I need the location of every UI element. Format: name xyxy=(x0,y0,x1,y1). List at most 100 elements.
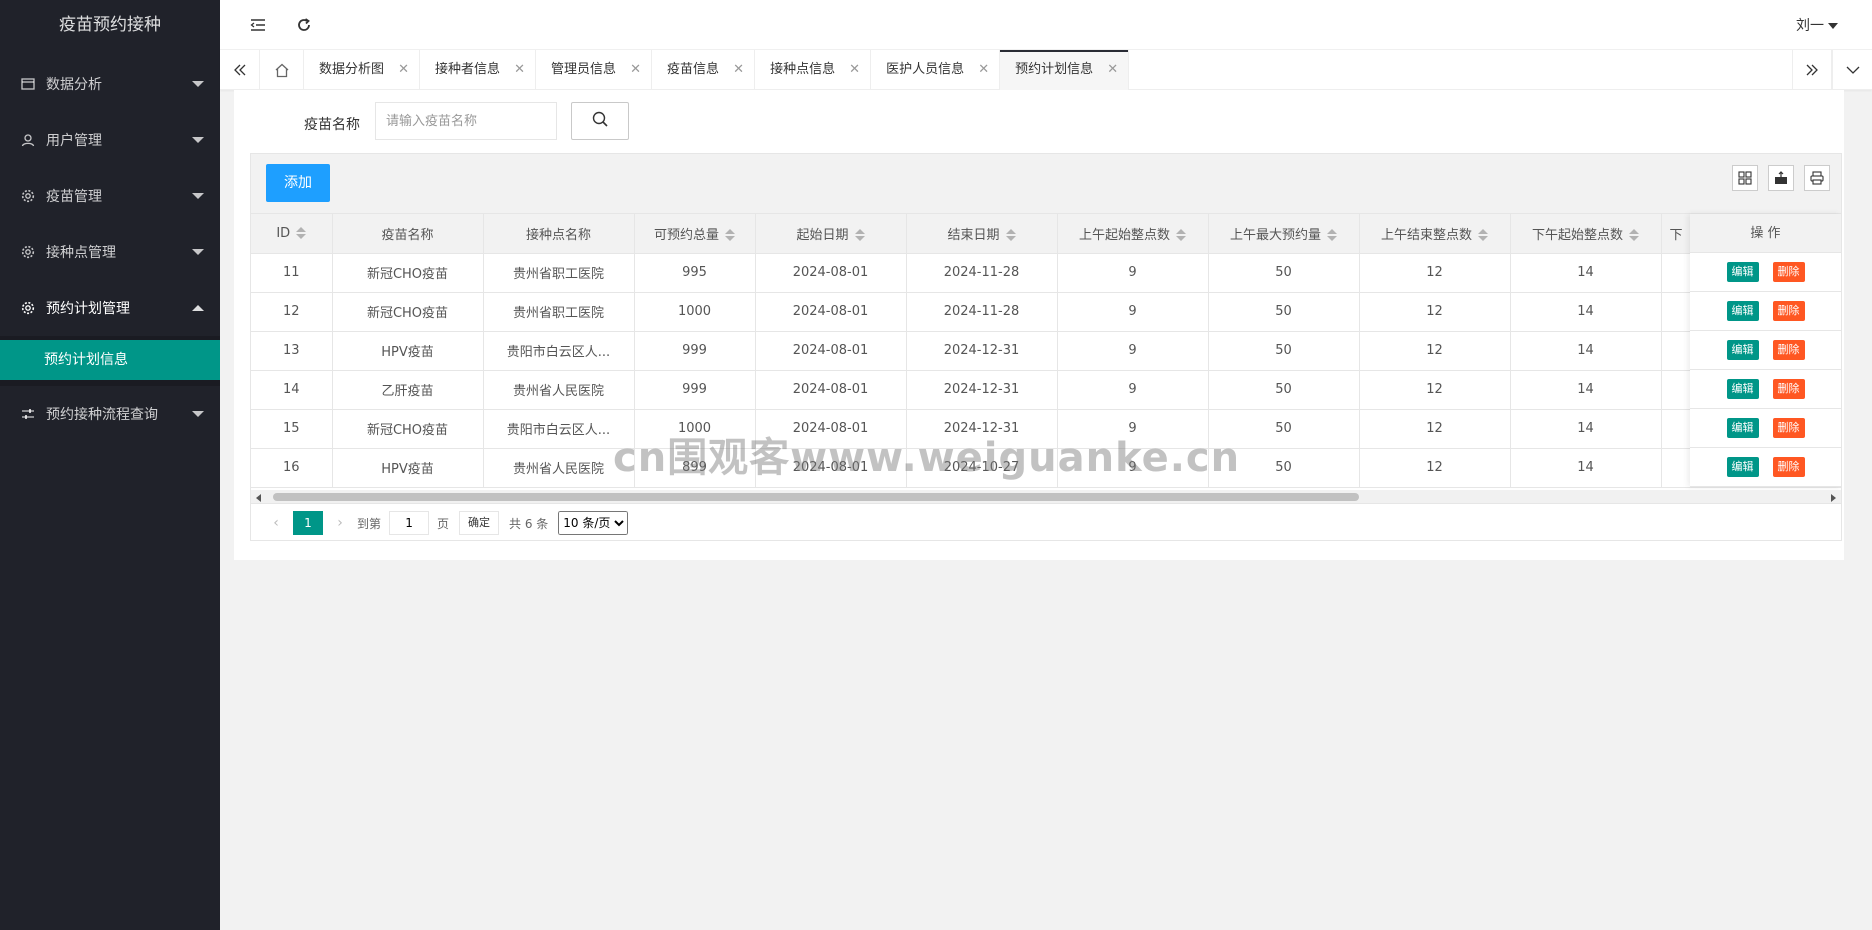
sidebar-item-plan-management[interactable]: 预约计划管理 xyxy=(0,280,220,336)
tabs-scroll-right-icon[interactable] xyxy=(1792,50,1832,90)
sidebar-item-label: 预约计划管理 xyxy=(46,301,130,317)
tab-plan-info[interactable]: 预约计划信息 ✕ xyxy=(1000,50,1130,90)
column-header[interactable]: 上午最大预约量 xyxy=(1208,214,1360,254)
tab-label: 管理员信息 xyxy=(551,62,617,77)
sort-icon[interactable] xyxy=(1327,229,1337,242)
edit-button[interactable]: 编辑 xyxy=(1726,340,1759,360)
sort-icon[interactable] xyxy=(296,227,307,240)
app-logo-title: 疫苗预约接种 xyxy=(0,0,220,50)
column-header[interactable]: 上午起始整点数 xyxy=(1057,214,1209,254)
delete-button[interactable]: 删除 xyxy=(1772,457,1805,477)
sidebar-item-user-management[interactable]: 用户管理 xyxy=(0,112,220,168)
page-current[interactable]: 1 xyxy=(293,511,323,535)
tab-label: 接种者信息 xyxy=(435,62,501,77)
sidebar-subitem-plan-info[interactable]: 预约计划信息 xyxy=(0,340,220,380)
tabs-scroll-left-icon[interactable] xyxy=(220,50,260,90)
search-button[interactable] xyxy=(571,102,629,140)
actions-row: 编辑 删除 xyxy=(1690,448,1841,487)
column-header-label: 下午起始整点数 xyxy=(1531,227,1623,243)
column-header[interactable]: 上午结束整点数 xyxy=(1359,214,1511,254)
column-header[interactable]: 起始日期 xyxy=(755,214,907,254)
scroll-right-arrow-icon[interactable] xyxy=(1831,494,1836,502)
edit-button[interactable]: 编辑 xyxy=(1726,418,1759,438)
cell-site: 贵州省职工医院 xyxy=(483,292,635,332)
sidebar-submenu: 预约计划信息 xyxy=(0,336,220,386)
column-header-label: 上午最大预约量 xyxy=(1229,227,1321,243)
sort-icon[interactable] xyxy=(1176,229,1186,242)
next-page-icon[interactable]: › xyxy=(329,515,351,531)
page-size-select[interactable]: 10 条/页 xyxy=(558,511,629,535)
actions-column: 操 作 编辑 删除 编辑 删除 编辑 删除 编辑 删除 编辑 删除 编辑 删除 xyxy=(1690,214,1841,487)
table-header-row: ID 疫苗名称 接种点名称 可预约总量 起始日期 结束日期 上午起始整点数 上午… xyxy=(251,214,1841,254)
tab-site-info[interactable]: 接种点信息 ✕ xyxy=(755,50,872,90)
cell-id: 11 xyxy=(251,253,333,293)
edit-button[interactable]: 编辑 xyxy=(1726,262,1759,282)
confirm-page-button[interactable]: 确定 xyxy=(459,511,500,535)
refresh-icon[interactable] xyxy=(292,13,316,37)
edit-button[interactable]: 编辑 xyxy=(1726,457,1759,477)
cell-vaccine: HPV疫苗 xyxy=(332,448,484,488)
column-header-label: 上午起始整点数 xyxy=(1078,227,1170,243)
home-tab-icon[interactable] xyxy=(260,50,304,90)
cell-site: 贵州省职工医院 xyxy=(483,253,635,293)
delete-button[interactable]: 删除 xyxy=(1772,418,1805,438)
sort-icon[interactable] xyxy=(1005,229,1016,242)
close-icon[interactable]: ✕ xyxy=(733,50,744,90)
close-icon[interactable]: ✕ xyxy=(398,50,409,90)
sort-icon[interactable] xyxy=(854,229,865,242)
tab-label: 预约计划信息 xyxy=(1015,62,1094,77)
menu-toggle-icon[interactable] xyxy=(246,13,270,37)
column-header[interactable]: 下午起始整点数 xyxy=(1510,214,1662,254)
sort-icon[interactable] xyxy=(1478,229,1488,242)
table-row: 15 新冠CHO疫苗 贵阳市白云区人... 1000 2024-08-01 20… xyxy=(251,409,1841,449)
cell-vaccine: HPV疫苗 xyxy=(332,331,484,371)
cell-am-start: 9 xyxy=(1057,292,1209,332)
gear-icon xyxy=(20,300,36,316)
close-icon[interactable]: ✕ xyxy=(630,50,641,90)
edit-button[interactable]: 编辑 xyxy=(1726,379,1759,399)
close-icon[interactable]: ✕ xyxy=(849,50,860,90)
close-icon[interactable]: ✕ xyxy=(514,50,525,90)
cell-pm-start: 14 xyxy=(1510,370,1662,410)
vaccine-name-search-input[interactable] xyxy=(375,102,557,140)
tab-vaccine-info[interactable]: 疫苗信息 ✕ xyxy=(652,50,756,90)
prev-page-icon[interactable]: ‹ xyxy=(265,515,287,531)
column-header[interactable]: 结束日期 xyxy=(906,214,1058,254)
close-icon[interactable]: ✕ xyxy=(978,50,989,90)
sort-icon[interactable] xyxy=(725,229,735,242)
tabs-menu-chevron-down-icon[interactable] xyxy=(1832,50,1872,90)
close-icon[interactable]: ✕ xyxy=(1107,50,1118,90)
delete-button[interactable]: 删除 xyxy=(1772,262,1805,282)
cell-site: 贵州省人民医院 xyxy=(483,370,635,410)
sidebar-item-data-analysis[interactable]: 数据分析 xyxy=(0,56,220,112)
column-header[interactable]: ID xyxy=(251,214,333,254)
sidebar-item-vaccine-management[interactable]: 疫苗管理 xyxy=(0,168,220,224)
tab-label: 疫苗信息 xyxy=(667,62,720,77)
page-number-input[interactable] xyxy=(389,511,430,535)
column-header-label: 下 xyxy=(1669,227,1683,243)
edit-button[interactable]: 编辑 xyxy=(1726,301,1759,321)
sort-icon[interactable] xyxy=(1629,229,1639,242)
chevron-down-icon xyxy=(192,249,204,255)
scrollbar-thumb[interactable] xyxy=(273,493,1359,501)
cell-site: 贵阳市白云区人... xyxy=(483,331,635,371)
delete-button[interactable]: 删除 xyxy=(1772,379,1805,399)
tab-data-analysis[interactable]: 数据分析图 ✕ xyxy=(304,50,421,90)
user-menu[interactable]: 刘一 xyxy=(1796,15,1838,35)
total-count: 共 6 条 xyxy=(509,516,549,531)
scroll-left-arrow-icon[interactable] xyxy=(256,494,261,502)
horizontal-scrollbar[interactable] xyxy=(251,490,1841,504)
cell-id: 16 xyxy=(251,448,333,488)
sidebar-item-flow-query[interactable]: 预约接种流程查询 xyxy=(0,386,220,442)
main-content: 疫苗名称 添加 ID xyxy=(234,90,1844,560)
tab-medical-staff-info[interactable]: 医护人员信息 ✕ xyxy=(871,50,1001,90)
delete-button[interactable]: 删除 xyxy=(1772,301,1805,321)
sidebar-item-site-management[interactable]: 接种点管理 xyxy=(0,224,220,280)
tab-admin-info[interactable]: 管理员信息 ✕ xyxy=(536,50,653,90)
cell-am-start: 9 xyxy=(1057,448,1209,488)
tab-recipient-info[interactable]: 接种者信息 ✕ xyxy=(420,50,537,90)
cell-start-date: 2024-08-01 xyxy=(755,448,907,488)
delete-button[interactable]: 删除 xyxy=(1772,340,1805,360)
sidebar-item-label: 疫苗管理 xyxy=(46,189,102,205)
column-header[interactable]: 可预约总量 xyxy=(634,214,756,254)
